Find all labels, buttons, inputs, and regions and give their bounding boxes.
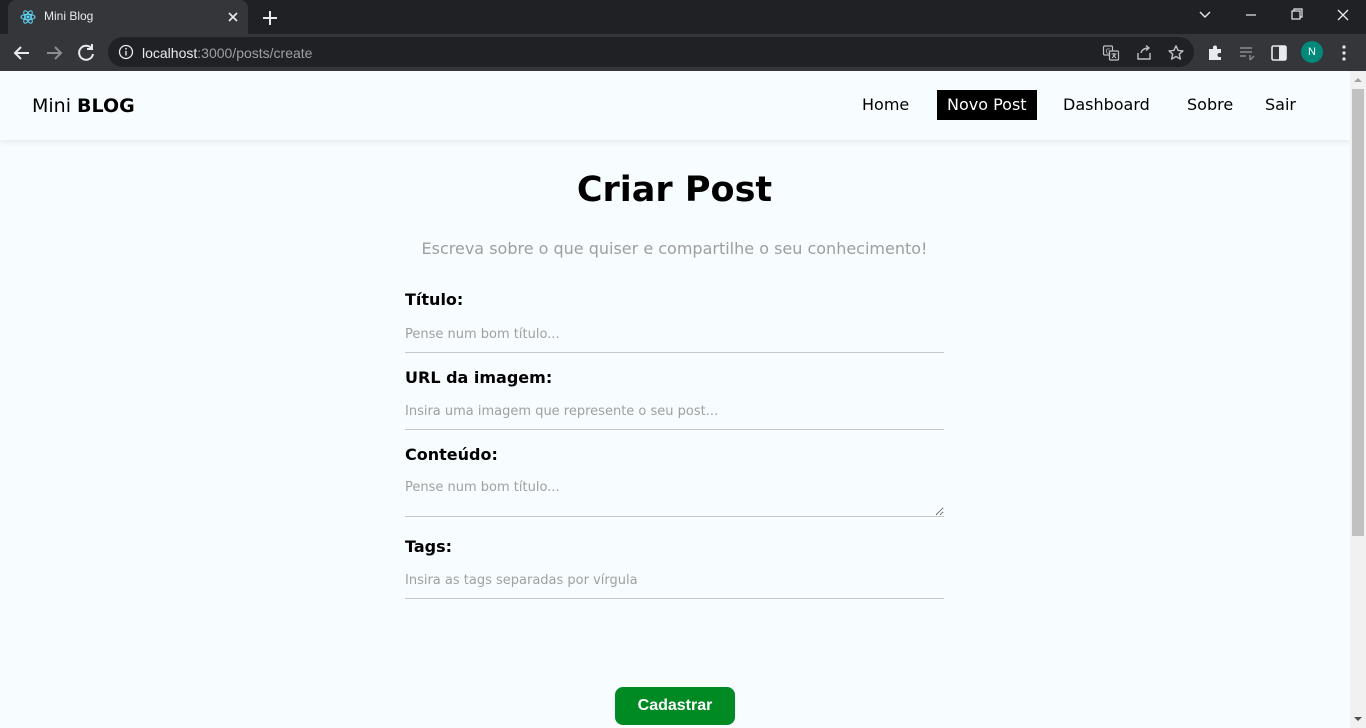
nav-link-sair[interactable]: Sair [1255,90,1306,120]
cadastrar-button[interactable]: Cadastrar [615,687,735,725]
plus-icon[interactable] [258,6,282,30]
kebab-menu-icon[interactable] [1334,43,1354,63]
translate-icon[interactable]: G [1102,44,1120,62]
brand-bold: BLOG [77,95,135,117]
page-viewport: Mini BLOG Home Novo Post Dashboard Sobre… [0,71,1350,728]
tab-title: Mini Blog [44,9,94,23]
tags-label: Tags: [405,537,453,556]
close-icon[interactable] [224,8,242,26]
title-input[interactable] [405,317,944,353]
page-scrollbar[interactable] [1350,71,1366,728]
image-url-label: URL da imagem: [405,368,553,387]
image-url-input[interactable] [405,394,944,430]
browser-toolbar: localhost:3000/posts/create G [0,34,1366,71]
arrow-right-icon[interactable] [40,39,68,67]
side-panel-icon[interactable] [1269,43,1289,63]
nav-link-novo-post[interactable]: Novo Post [937,90,1037,120]
arrow-left-icon[interactable] [8,39,36,67]
nav-link-home[interactable]: Home [852,90,919,120]
page-subtitle: Escreva sobre o que quiser e compartilhe… [421,239,928,258]
close-window-icon[interactable] [1320,0,1366,30]
puzzle-icon[interactable] [1205,43,1225,63]
restore-icon[interactable] [1274,0,1320,30]
reload-icon[interactable] [72,39,100,67]
react-icon [20,10,36,24]
address-bar[interactable]: localhost:3000/posts/create G [108,37,1194,67]
content-textarea[interactable] [405,471,944,517]
content-label: Conteúdo: [405,445,498,464]
page-title: Criar Post [576,170,773,210]
brand-light: Mini [32,95,71,117]
reading-list-icon[interactable] [1237,43,1257,63]
share-icon[interactable] [1135,44,1153,62]
scroll-thumb[interactable] [1352,89,1364,536]
url-path: :3000/posts/create [197,45,313,61]
scroll-up-arrow-icon[interactable] [1354,76,1362,84]
browser-tab-strip: Mini Blog [0,0,1366,34]
url-host: localhost [142,45,198,61]
scroll-down-arrow-icon[interactable] [1354,715,1362,723]
tab-search-chevron-icon[interactable] [1182,0,1228,30]
site-navbar: Mini BLOG Home Novo Post Dashboard Sobre… [0,71,1350,140]
browser-tab[interactable]: Mini Blog [8,0,248,34]
title-label: Título: [405,290,464,309]
star-icon[interactable] [1167,44,1185,62]
minimize-icon[interactable] [1228,0,1274,30]
info-icon[interactable] [118,44,134,60]
brand-logo[interactable]: Mini BLOG [32,95,135,117]
url-text: localhost:3000/posts/create [142,45,312,61]
nav-link-sobre[interactable]: Sobre [1177,90,1243,120]
profile-avatar[interactable]: N [1301,41,1323,63]
nav-link-dashboard[interactable]: Dashboard [1053,90,1160,120]
tags-input[interactable] [405,563,944,599]
